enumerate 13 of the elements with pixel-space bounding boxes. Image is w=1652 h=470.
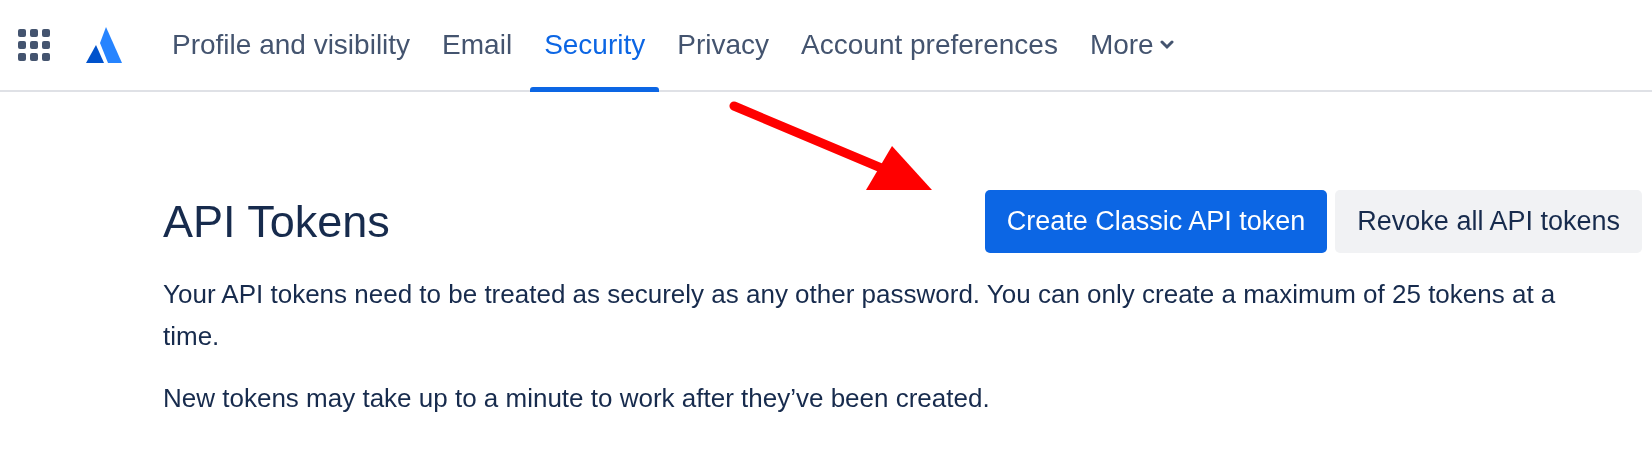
revoke-tokens-button[interactable]: Revoke all API tokens: [1335, 190, 1642, 253]
nav-tab[interactable]: Privacy: [663, 0, 784, 90]
nav-tab[interactable]: Email: [428, 0, 527, 90]
page-title: API Tokens: [163, 195, 390, 248]
create-token-button[interactable]: Create Classic API token: [984, 190, 1328, 253]
description-text: Your API tokens need to be treated as securely as any other password. You can only create a maximum of 25 tokens at a time.: [163, 278, 1557, 353]
nav-tab[interactable]: Profile and visibility: [158, 0, 425, 90]
nav-tab[interactable]: Security: [530, 0, 660, 90]
app-grid-icon[interactable]: [18, 29, 50, 61]
description-text: New tokens may take up to a minute to work after they’ve been created.: [163, 382, 991, 415]
nav-tab[interactable]: Account preferences: [787, 0, 1072, 90]
logo-icon[interactable]: [86, 27, 122, 63]
nav-tab[interactable]: More: [1075, 0, 1188, 90]
